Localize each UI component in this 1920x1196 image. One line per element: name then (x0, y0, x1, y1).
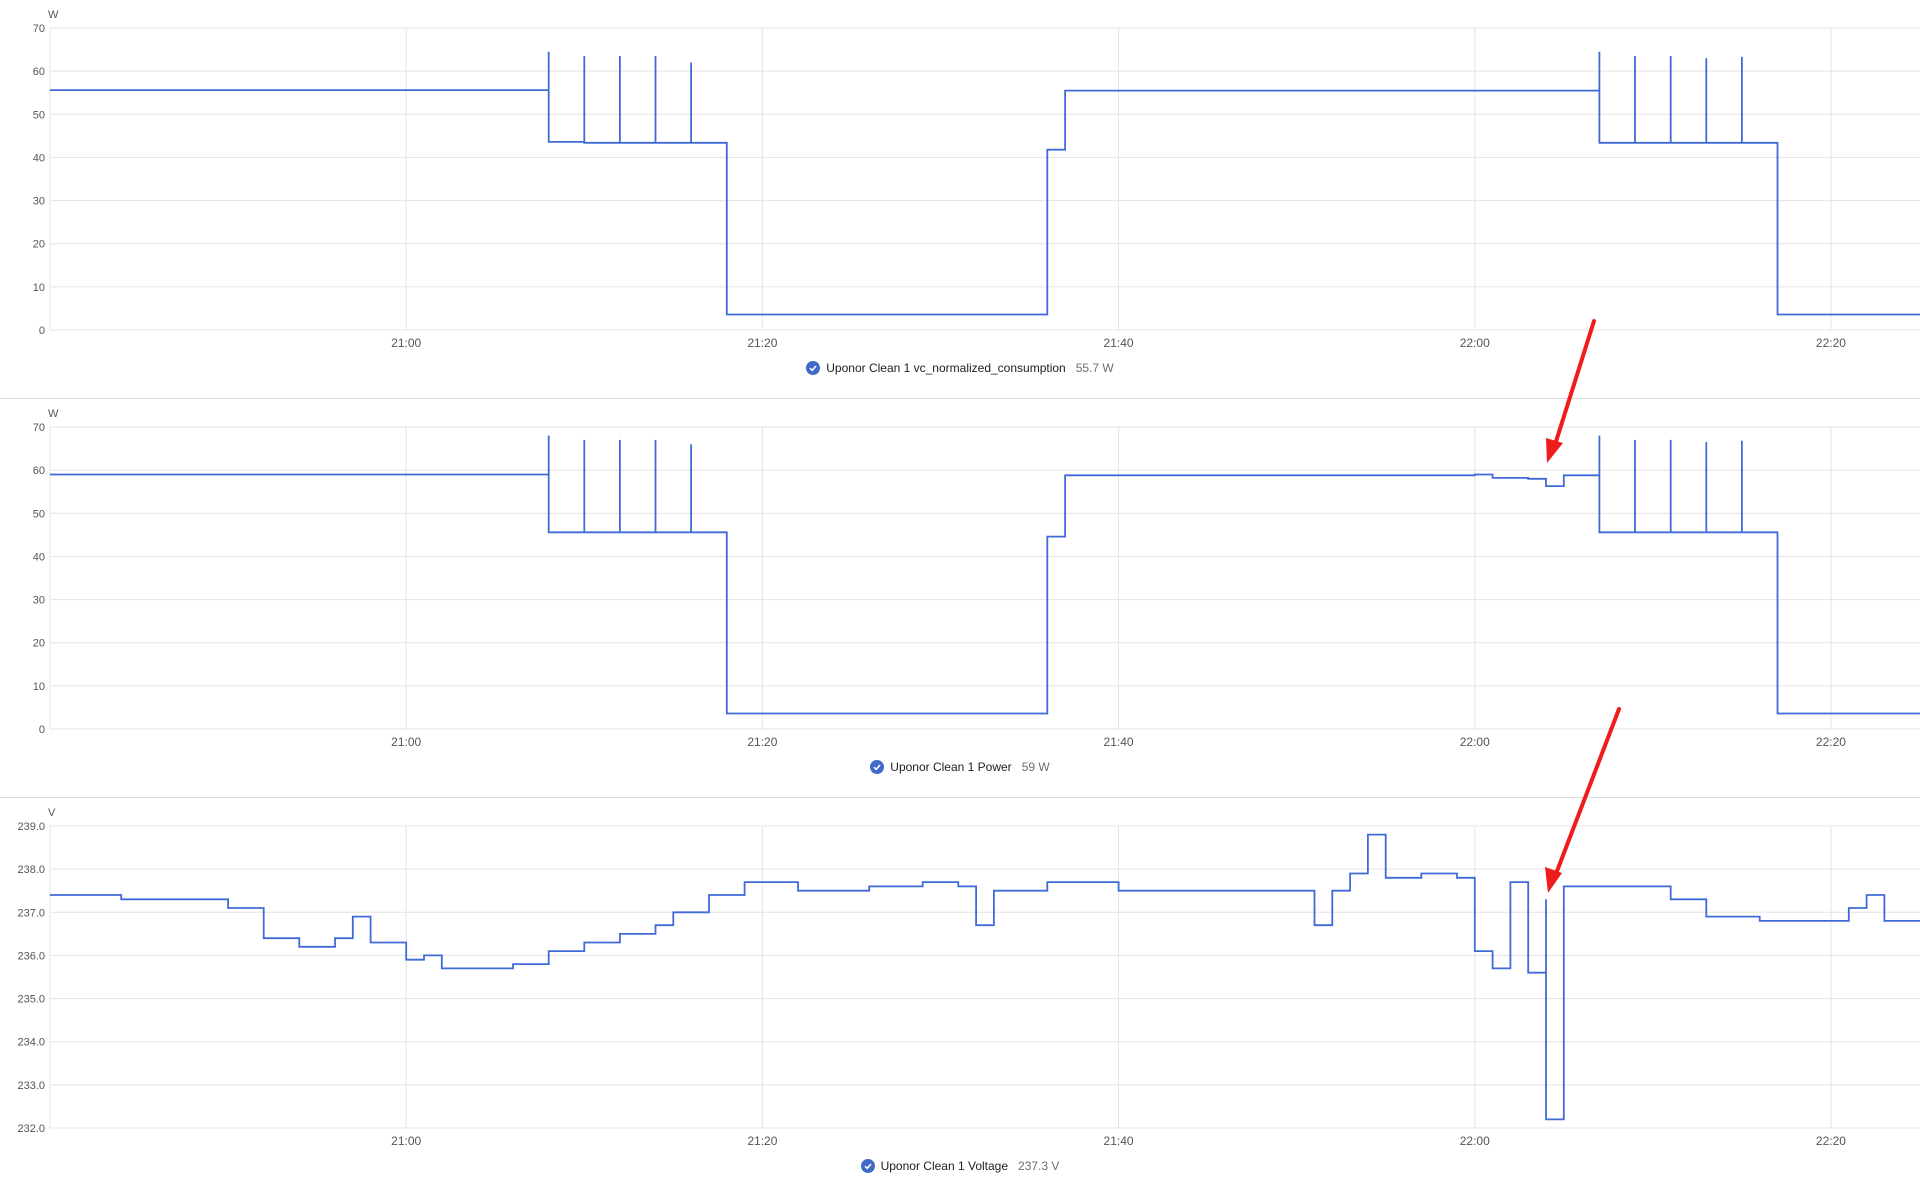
x-tick-label: 21:40 (1104, 336, 1134, 350)
x-tick-label: 21:00 (391, 735, 421, 749)
y-tick-label: 238.0 (17, 864, 45, 876)
y-tick-label: 237.0 (17, 907, 45, 919)
x-tick-label: 22:00 (1460, 336, 1490, 350)
x-tick-label: 21:00 (391, 336, 421, 350)
y-tick-label: 239.0 (17, 821, 45, 833)
y-tick-label: 233.0 (17, 1080, 45, 1092)
legend: Uponor Clean 1 Power 59 W (0, 755, 1920, 779)
y-tick-label: 232.0 (17, 1123, 45, 1135)
legend: Uponor Clean 1 Voltage 237.3 V (0, 1154, 1920, 1178)
series-toggle-check-icon[interactable] (860, 1159, 875, 1173)
chart-panel-consumption: 0 10 20 30 40 50 60 70 21:00 21:20 21:40 22:00 22:20… (0, 0, 1920, 398)
x-tick-label: 22:00 (1460, 735, 1490, 749)
y-tick-label: 60 (33, 465, 45, 477)
series-line (50, 435, 1920, 715)
y-tick-label: 40 (33, 551, 45, 563)
x-tick-label: 21:20 (747, 1134, 777, 1148)
series-line (50, 51, 1920, 316)
y-tick-label: 20 (33, 638, 45, 650)
chart-panel-power: 0 10 20 30 40 50 60 70 21:00 21:20 21:40 22:00 22:20… (0, 399, 1920, 797)
series-toggle-check-icon[interactable] (806, 361, 821, 375)
legend-series-value: 59 W (1021, 760, 1050, 774)
chart-consumption: 0 10 20 30 40 50 60 70 21:00 21:20 21:40 22:00 22:20… (33, 9, 1920, 350)
series-line (50, 833, 1920, 1121)
x-tick-label: 21:20 (747, 735, 777, 749)
y-tick-label: 0 (39, 325, 45, 337)
y-tick-label: 10 (33, 681, 45, 693)
y-tick-label: 20 (33, 239, 45, 251)
x-tick-label: 21:40 (1104, 735, 1134, 749)
chart-power: 0 10 20 30 40 50 60 70 21:00 21:20 21:40 22:00 22:20… (33, 408, 1920, 749)
y-tick-label: 236.0 (17, 950, 45, 962)
y-tick-label: 10 (33, 282, 45, 294)
legend-series-value: 237.3 V (1018, 1159, 1060, 1173)
chart-panel-voltage: 232.0 233.0 234.0 235.0 236.0 237.0 238.0 239.0… (0, 798, 1920, 1196)
y-tick-label: 30 (33, 196, 45, 208)
x-tick-label: 22:20 (1816, 1134, 1846, 1148)
legend: Uponor Clean 1 vc_normalized_consumption… (0, 356, 1920, 380)
y-unit-label: W (48, 9, 59, 21)
y-tick-label: 50 (33, 508, 45, 520)
legend-series-name[interactable]: Uponor Clean 1 Power (890, 760, 1011, 774)
y-tick-label: 234.0 (17, 1037, 45, 1049)
y-tick-label: 235.0 (17, 994, 45, 1006)
y-unit-label: V (48, 807, 56, 819)
y-tick-label: 40 (33, 152, 45, 164)
legend-series-value: 55.7 W (1075, 361, 1114, 375)
y-tick-label: 60 (33, 66, 45, 78)
chart-voltage: 232.0 233.0 234.0 235.0 236.0 237.0 238.0 239.0… (17, 807, 1920, 1148)
y-tick-label: 70 (33, 23, 45, 35)
x-tick-label: 21:20 (747, 336, 777, 350)
y-tick-label: 30 (33, 595, 45, 607)
x-tick-label: 22:20 (1816, 336, 1846, 350)
series-toggle-check-icon[interactable] (870, 760, 885, 774)
y-unit-label: W (48, 408, 59, 420)
legend-series-name[interactable]: Uponor Clean 1 vc_normalized_consumption (826, 361, 1065, 375)
x-tick-label: 21:00 (391, 1134, 421, 1148)
y-tick-label: 0 (39, 724, 45, 736)
y-tick-label: 50 (33, 109, 45, 121)
y-tick-label: 70 (33, 422, 45, 434)
x-tick-label: 22:20 (1816, 735, 1846, 749)
x-tick-label: 21:40 (1104, 1134, 1134, 1148)
legend-series-name[interactable]: Uponor Clean 1 Voltage (881, 1159, 1008, 1173)
x-tick-label: 22:00 (1460, 1134, 1490, 1148)
